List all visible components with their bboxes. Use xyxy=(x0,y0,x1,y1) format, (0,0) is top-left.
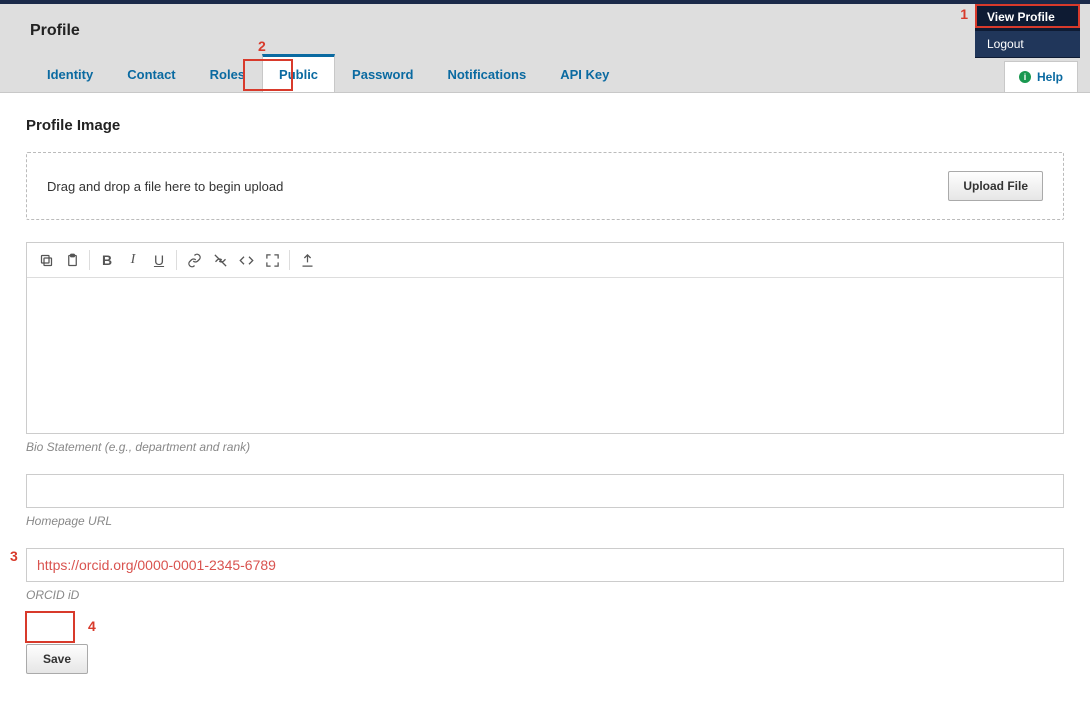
bio-editor: B I U xyxy=(26,242,1064,434)
tab-row: Identity Contact Roles Public Password N… xyxy=(0,54,1090,92)
content: Profile Image Drag and drop a file here … xyxy=(0,93,1090,704)
page-title: Profile xyxy=(0,8,1090,54)
tab-contact[interactable]: Contact xyxy=(110,56,192,92)
tab-roles[interactable]: Roles xyxy=(193,56,262,92)
help-icon: i xyxy=(1019,71,1031,83)
orcid-label: ORCID iD xyxy=(26,588,1064,602)
bold-icon[interactable]: B xyxy=(94,247,120,273)
tab-public[interactable]: Public xyxy=(262,54,335,92)
fullscreen-icon[interactable] xyxy=(259,247,285,273)
paste-icon[interactable] xyxy=(59,247,85,273)
upload-icon[interactable] xyxy=(294,247,320,273)
view-profile-link[interactable]: View Profile xyxy=(975,4,1080,31)
homepage-input[interactable] xyxy=(26,474,1064,508)
orcid-input[interactable] xyxy=(26,548,1064,582)
homepage-label: Homepage URL xyxy=(26,514,1064,528)
code-icon[interactable] xyxy=(233,247,259,273)
upload-file-button[interactable]: Upload File xyxy=(948,171,1043,201)
tab-api-key[interactable]: API Key xyxy=(543,56,626,92)
save-button[interactable]: Save xyxy=(26,644,88,674)
unlink-icon[interactable] xyxy=(207,247,233,273)
underline-icon[interactable]: U xyxy=(146,247,172,273)
help-label: Help xyxy=(1037,70,1063,84)
page-header: Profile Identity Contact Roles Public Pa… xyxy=(0,4,1090,93)
help-tab[interactable]: i Help xyxy=(1004,61,1078,92)
dropzone-text: Drag and drop a file here to begin uploa… xyxy=(47,179,283,194)
bio-textarea[interactable] xyxy=(27,278,1063,428)
tab-notifications[interactable]: Notifications xyxy=(430,56,543,92)
tab-identity[interactable]: Identity xyxy=(30,56,110,92)
copy-icon[interactable] xyxy=(33,247,59,273)
link-icon[interactable] xyxy=(181,247,207,273)
bio-label: Bio Statement (e.g., department and rank… xyxy=(26,440,1064,454)
rte-toolbar: B I U xyxy=(27,243,1063,278)
logout-link[interactable]: Logout xyxy=(975,31,1080,58)
upload-dropzone[interactable]: Drag and drop a file here to begin uploa… xyxy=(26,152,1064,220)
section-profile-image: Profile Image xyxy=(26,117,1064,134)
italic-icon[interactable]: I xyxy=(120,247,146,273)
user-menu: View Profile Logout xyxy=(975,4,1080,58)
tab-password[interactable]: Password xyxy=(335,56,430,92)
